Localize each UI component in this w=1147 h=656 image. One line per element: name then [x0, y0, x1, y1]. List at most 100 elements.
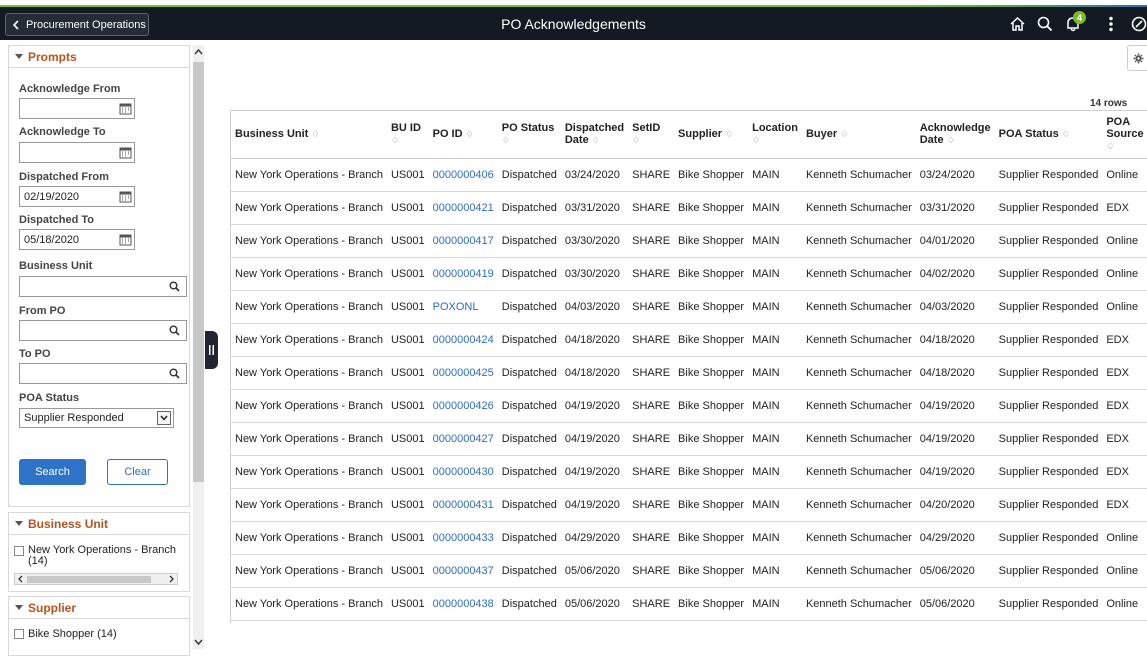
sort-icon[interactable]: ♢ [466, 129, 474, 139]
scroll-up-icon[interactable] [194, 48, 203, 55]
lookup-icon[interactable] [167, 323, 181, 338]
sort-icon[interactable]: ♢ [592, 135, 600, 145]
table-row[interactable]: New York Operations - Branch US001 0000000… [231, 224, 1147, 258]
scroll-right-icon[interactable] [168, 575, 175, 583]
table-row[interactable]: New York Operations - Branch US001 0000000… [231, 587, 1147, 621]
column-header[interactable]: POA Status ♢ [994, 111, 1103, 159]
column-header[interactable]: SetID ♢ [628, 111, 675, 159]
sort-icon[interactable]: ♢ [502, 135, 510, 145]
column-header[interactable]: POA Source ♢ [1102, 111, 1147, 159]
table-cell: New York Operations - Branch [231, 521, 387, 555]
table-row[interactable]: New York Operations - Branch US001 0000000… [231, 554, 1147, 588]
po-id-link[interactable]: 0000000406 [428, 158, 498, 192]
table-cell: Dispatched [497, 455, 561, 489]
scrollbar-thumb[interactable] [193, 62, 204, 482]
table-cell: MAIN [748, 554, 802, 588]
scroll-left-icon[interactable] [17, 575, 24, 583]
table-row[interactable]: New York Operations - Branch US001 0000000… [231, 191, 1147, 225]
sort-icon[interactable]: ♢ [391, 135, 399, 145]
clear-button[interactable]: Clear [107, 459, 168, 485]
table-cell: Dispatched [497, 290, 561, 324]
supplier-facet-option[interactable]: Bike Shopper (14) [14, 628, 117, 640]
po-id-link[interactable]: 0000000437 [428, 554, 498, 588]
table-row[interactable]: New York Operations - Branch US001 0000000… [231, 389, 1147, 423]
lookup-icon[interactable] [167, 366, 181, 381]
to-po-field[interactable] [19, 363, 187, 384]
from-po-field[interactable] [19, 320, 187, 341]
po-id-link[interactable]: 0000000425 [428, 356, 498, 390]
table-row[interactable]: New York Operations - Branch US001 0000000… [231, 356, 1147, 390]
calendar-icon[interactable] [117, 144, 133, 160]
sort-icon[interactable]: ♢ [1106, 141, 1114, 151]
facet-horizontal-scrollbar[interactable] [14, 573, 178, 585]
po-id-link[interactable]: 0000000427 [428, 422, 498, 456]
po-acknowledgements-grid: Business Unit ♢ BU ID ♢ PO ID ♢ PO Status ♢… [231, 110, 1147, 621]
po-id-link[interactable]: 0000000426 [428, 389, 498, 423]
column-header[interactable]: Business Unit ♢ [231, 111, 387, 159]
sort-icon[interactable]: ♢ [311, 129, 319, 139]
table-cell: Dispatched [497, 422, 561, 456]
business-unit-field[interactable] [19, 276, 187, 297]
supplier-facet: Supplier [8, 596, 190, 656]
po-id-link[interactable]: 0000000430 [428, 455, 498, 489]
column-header[interactable]: Buyer ♢ [801, 111, 916, 159]
table-row[interactable]: New York Operations - Branch US001 0000000… [231, 455, 1147, 489]
scroll-down-icon[interactable] [194, 639, 203, 646]
notifications-icon[interactable]: 4 [1062, 11, 1086, 35]
table-row[interactable]: New York Operations - Branch US001 0000000… [231, 257, 1147, 291]
panel-collapse-handle[interactable] [205, 331, 218, 369]
checkbox[interactable] [14, 546, 24, 556]
home-icon[interactable] [1006, 13, 1028, 35]
table-row[interactable]: New York Operations - Branch US001 0000000… [231, 488, 1147, 522]
scrollbar-thumb[interactable] [27, 576, 151, 583]
checkbox[interactable] [14, 629, 24, 639]
calendar-icon[interactable] [117, 188, 133, 204]
po-id-link[interactable]: 0000000438 [428, 587, 498, 621]
table-row[interactable]: New York Operations - Branch US001 0000000… [231, 323, 1147, 357]
po-id-link[interactable]: 0000000424 [428, 323, 498, 357]
actions-menu-icon[interactable] [1100, 13, 1122, 35]
column-header[interactable]: BU ID ♢ [386, 111, 429, 159]
po-id-link[interactable]: 0000000417 [428, 224, 498, 258]
table-row[interactable]: New York Operations - Branch US001 0000000… [231, 521, 1147, 555]
sort-icon[interactable]: ♢ [725, 129, 733, 139]
sort-icon[interactable]: ♢ [632, 135, 640, 145]
search-icon[interactable] [1034, 13, 1056, 35]
column-header[interactable]: Location ♢ [748, 111, 802, 159]
column-header[interactable]: PO ID ♢ [428, 111, 498, 159]
collapse-triangle-icon [15, 521, 23, 526]
column-header[interactable]: PO Status ♢ [497, 111, 561, 159]
supplier-facet-header[interactable]: Supplier [9, 597, 189, 619]
table-row[interactable]: New York Operations - Branch US001 0000000… [231, 158, 1147, 192]
column-header[interactable]: Supplier ♢ [674, 111, 749, 159]
table-cell: Kenneth Schumacher [801, 554, 916, 588]
table-row[interactable]: New York Operations - Branch US001 POXONL D… [231, 290, 1147, 324]
lookup-icon[interactable] [167, 279, 181, 294]
column-header[interactable]: Dispatched Date ♢ [560, 111, 629, 159]
table-cell: Kenneth Schumacher [801, 323, 916, 357]
sort-icon[interactable]: ♢ [947, 135, 955, 145]
business-unit-facet-header[interactable]: Business Unit [9, 513, 189, 535]
sort-icon[interactable]: ♢ [1062, 129, 1070, 139]
po-id-link[interactable]: 0000000419 [428, 257, 498, 291]
table-cell: US001 [386, 554, 429, 588]
po-id-link[interactable]: 0000000421 [428, 191, 498, 225]
table-row[interactable]: New York Operations - Branch US001 0000000… [231, 422, 1147, 456]
business-unit-facet-option[interactable]: New York Operations - Branch (14) [14, 545, 176, 567]
search-button[interactable]: Search [19, 459, 86, 485]
column-header[interactable]: Acknowledge Date ♢ [915, 111, 995, 159]
settings-gear-button[interactable] [1127, 45, 1147, 71]
prompts-header[interactable]: Prompts [9, 46, 189, 68]
po-id-link[interactable]: POXONL [428, 290, 498, 324]
calendar-icon[interactable] [117, 231, 133, 247]
sort-icon[interactable]: ♢ [840, 129, 848, 139]
po-id-link[interactable]: 0000000431 [428, 488, 498, 522]
poa-status-select[interactable]: Supplier Responded [19, 408, 174, 428]
sort-icon[interactable]: ♢ [752, 135, 760, 145]
calendar-icon[interactable] [117, 100, 133, 116]
navbar-icon[interactable] [1128, 13, 1147, 35]
po-id-link[interactable]: 0000000433 [428, 521, 498, 555]
back-button[interactable]: Procurement Operations [5, 13, 149, 36]
table-cell: Kenneth Schumacher [801, 422, 916, 456]
collapse-triangle-icon [15, 54, 23, 59]
